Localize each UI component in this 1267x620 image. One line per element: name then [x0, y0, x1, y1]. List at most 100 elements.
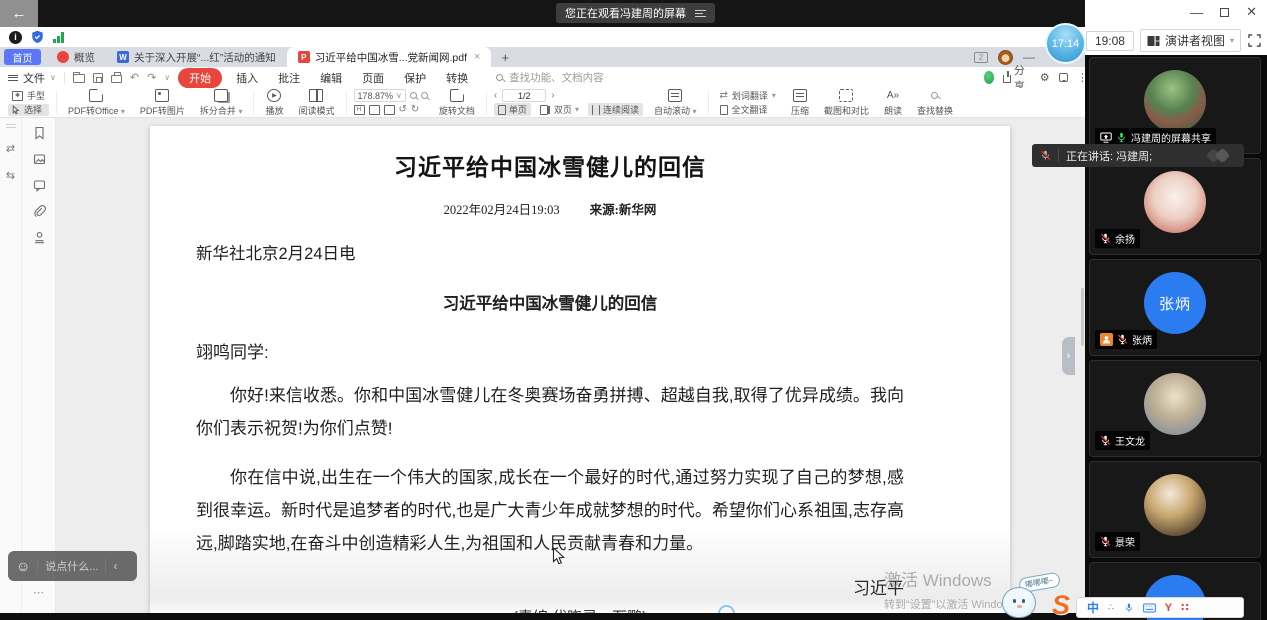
panel-collapse-handle[interactable]: ›	[1062, 337, 1075, 375]
bookmark-icon[interactable]	[33, 126, 46, 140]
rotate-right-icon[interactable]: ↻	[411, 104, 419, 115]
tab-pdf-active[interactable]: P 习近平给中国冰雪...党新闻网.pdf ×	[287, 47, 492, 67]
split-merge-button[interactable]: 拆分合并 ▾	[196, 89, 247, 117]
save-icon[interactable]	[93, 73, 103, 83]
participant-tile[interactable]: 冯建周的屏幕共享	[1089, 57, 1261, 154]
full-translate-button[interactable]: 全文翻译	[716, 104, 780, 116]
network-bars-icon[interactable]	[53, 32, 64, 43]
tab-word-doc[interactable]: W 关于深入开展“...红”活动的通知	[106, 47, 287, 67]
panel-handle[interactable]	[6, 124, 16, 128]
participant-tile[interactable]: 余扬	[1089, 158, 1261, 255]
sidebar-scrollbar[interactable]	[1081, 288, 1084, 346]
fit-width-icon[interactable]: H	[354, 105, 365, 115]
participant-tile[interactable]: 王文龙	[1089, 360, 1261, 457]
fullscreen-button[interactable]	[1247, 33, 1262, 48]
tab-overview[interactable]: 概览	[46, 47, 106, 67]
banner-menu-icon[interactable]	[695, 10, 706, 17]
chat-quick-bar[interactable]: ☺ 说点什么... ‹	[8, 551, 137, 581]
multi-window-icon[interactable]: 2	[974, 52, 988, 63]
ribbon-tab-edit[interactable]: 编辑	[314, 70, 348, 86]
convert-panel-icon[interactable]: ⇄	[6, 142, 15, 155]
hand-tool-button[interactable]: ✱手型	[8, 90, 49, 102]
ime-mic-icon[interactable]	[1124, 602, 1134, 614]
compare-panel-icon[interactable]: ⇆	[6, 169, 15, 182]
single-page-button[interactable]: 单页	[494, 103, 531, 116]
search-input[interactable]: 查找功能、文档内容	[496, 70, 604, 85]
minimize-icon[interactable]: —	[1190, 5, 1203, 20]
ribbon-tab-protect[interactable]: 保护	[398, 70, 432, 86]
speaking-toast: 正在讲话: 冯建周;	[1032, 144, 1244, 167]
tab-home[interactable]: 首页	[4, 49, 41, 65]
restore-icon[interactable]	[1220, 8, 1229, 17]
page-number-input[interactable]: 1/2	[502, 89, 546, 102]
attachment-icon[interactable]	[33, 205, 46, 218]
more-panel-icon[interactable]: ⋯	[22, 586, 56, 599]
chat-placeholder[interactable]: 说点什么...	[45, 558, 98, 574]
word-translate-button[interactable]: ⇄划词翻译▾	[716, 90, 780, 102]
double-page-button[interactable]: 双页▾	[536, 103, 583, 116]
zoom-in-icon[interactable]	[421, 92, 428, 99]
ime-skin-icon[interactable]: Y	[1165, 602, 1172, 614]
settings-gear-icon[interactable]: ⚙	[1040, 71, 1050, 84]
participant-tile[interactable]: 景荣	[1089, 461, 1261, 558]
view-mode-button[interactable]: 演讲者视图 ▾	[1140, 29, 1241, 52]
print-icon[interactable]	[111, 75, 122, 83]
fit-page-icon[interactable]	[369, 105, 380, 115]
find-replace-button[interactable]: 查找替换	[913, 89, 957, 117]
compress-button[interactable]: 压缩	[787, 89, 813, 117]
close-icon[interactable]: ✕	[1246, 4, 1257, 20]
auto-scroll-icon	[668, 89, 682, 102]
read-aloud-button[interactable]: A»朗读	[880, 89, 906, 117]
play-button[interactable]: ▶播放	[261, 89, 287, 117]
file-menu[interactable]: 文件 ∨	[8, 70, 56, 86]
mic-on-icon	[1116, 132, 1127, 143]
shield-icon[interactable]	[31, 30, 44, 44]
feedback-icon[interactable]	[1059, 73, 1068, 82]
stamp-icon[interactable]	[33, 231, 46, 244]
ribbon-tab-convert[interactable]: 转换	[440, 70, 474, 86]
chevron-down-icon: ∨	[50, 73, 56, 82]
zoom-out-icon[interactable]	[410, 92, 417, 99]
emoji-icon[interactable]: ☺	[16, 558, 30, 574]
pdf-to-image-button[interactable]: PDF转图片	[136, 89, 189, 117]
tab-close-icon[interactable]: ×	[474, 51, 480, 63]
ribbon-tab-comment[interactable]: 批注	[272, 70, 306, 86]
ribbon-tab-insert[interactable]: 插入	[230, 70, 264, 86]
document-meta: 2022年02月24日19:03来源:新华网	[196, 199, 904, 218]
pdf-page[interactable]: 习近平给中国冰雪健儿的回信 2022年02月24日19:03来源:新华网 新华社…	[150, 126, 1010, 613]
open-file-icon[interactable]	[73, 74, 85, 83]
select-tool-button[interactable]: 选择	[8, 104, 49, 116]
read-mode-button[interactable]: 阅读模式	[294, 89, 338, 117]
snapshot-compare-button[interactable]: 截图和对比	[820, 89, 873, 117]
fit-height-icon[interactable]	[384, 105, 395, 115]
assistant-icon[interactable]	[984, 71, 994, 84]
meeting-timer[interactable]: 17:14	[1045, 23, 1086, 64]
ime-emoji-grid-icon[interactable]: ∷	[1181, 601, 1189, 614]
new-tab-icon[interactable]: +	[501, 50, 509, 65]
participant-tile[interactable]: 张炳 张炳	[1089, 259, 1261, 356]
auto-scroll-button[interactable]: 自动滚动 ▾	[650, 89, 701, 117]
back-button[interactable]: ←	[0, 0, 38, 27]
document-canvas[interactable]: 习近平给中国冰雪健儿的回信 2022年02月24日19:03来源:新华网 新华社…	[56, 118, 1085, 613]
info-icon[interactable]: i	[9, 31, 22, 44]
rotate-left-icon[interactable]: ↺	[399, 104, 407, 115]
ime-keyboard-icon[interactable]	[1143, 603, 1156, 613]
next-page-icon[interactable]: ›	[551, 90, 554, 101]
chat-collapse-icon[interactable]: ‹	[113, 559, 117, 573]
ime-dots-icon[interactable]: ∴	[1108, 602, 1115, 613]
ribbon-tab-start[interactable]: 开始	[178, 68, 222, 88]
sogou-logo-icon[interactable]: S	[1052, 590, 1070, 620]
image-panel-icon[interactable]	[33, 153, 46, 166]
pdf-to-office-button[interactable]: PDF转Office ▾	[64, 89, 129, 117]
prev-page-icon[interactable]: ‹	[494, 90, 497, 101]
ime-toolbar[interactable]: S 中 ∴ Y ∷	[1076, 597, 1244, 618]
continuous-read-button[interactable]: 连续阅读	[588, 103, 643, 116]
redo-icon[interactable]: ↷	[147, 71, 156, 84]
more-chevron-icon[interactable]: ∨	[164, 73, 170, 82]
ime-mode-icon[interactable]: 中	[1087, 599, 1099, 616]
comment-panel-icon[interactable]	[33, 179, 46, 192]
zoom-level-select[interactable]: 178.87%∨	[354, 89, 406, 102]
ribbon-tab-page[interactable]: 页面	[356, 70, 390, 86]
rotate-document-button[interactable]: 旋转文档	[435, 89, 479, 117]
undo-icon[interactable]: ↶	[130, 71, 139, 84]
